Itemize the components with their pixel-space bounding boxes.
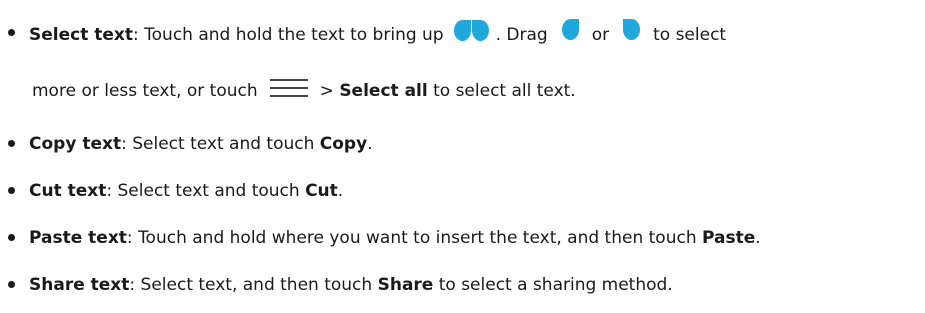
item-term: Share text <box>29 275 130 295</box>
item-text: . Drag <box>495 25 548 45</box>
item-text: > <box>319 81 340 101</box>
left-handle-icon <box>561 19 580 43</box>
menu-bar <box>269 87 308 89</box>
item-text: or <box>591 25 610 45</box>
item-line: Share text: Select text, and then touch … <box>29 274 673 296</box>
item-term: Copy text <box>29 134 122 154</box>
item-line: Copy text: Select text and touch Copy. <box>29 133 373 155</box>
item-text: Touch and hold where you want to insert … <box>138 228 702 248</box>
item-text: to select a sharing method. <box>433 275 673 295</box>
item-separator: : <box>126 228 139 248</box>
bullet-icon <box>8 140 15 147</box>
item-separator: : <box>133 25 145 45</box>
item-separator: : <box>121 134 133 154</box>
item-text: Touch and hold the text to bring up <box>144 25 444 45</box>
item-bold: Cut <box>305 181 338 201</box>
menu-icon <box>269 77 308 99</box>
item-separator: : <box>129 275 141 295</box>
item-text: . <box>337 181 344 201</box>
item-separator: : <box>106 181 118 201</box>
right-handle-icon <box>623 19 641 43</box>
item-bold: Paste <box>702 228 756 248</box>
right-handle-shape <box>471 20 489 41</box>
item-term: Select text <box>29 25 134 45</box>
item-text: . <box>367 134 373 154</box>
bullet-icon <box>8 234 15 241</box>
item-line: Cut text: Select text and touch Cut. <box>29 180 343 202</box>
item-bold: Select all <box>339 81 428 101</box>
left-handle-shape <box>453 20 471 41</box>
item-text: to select <box>653 25 727 45</box>
item-text: Select text and touch <box>117 181 306 201</box>
item-bold: Copy <box>319 134 368 154</box>
menu-bar <box>269 79 308 81</box>
list-item-continuation: more or less text, or touch > Select all … <box>32 77 576 102</box>
item-text: more or less text, or touch <box>32 81 258 101</box>
bulleted-list: Select text: Touch and hold the text to … <box>0 0 925 313</box>
selection-handles-icon <box>453 18 490 44</box>
item-bold: Share <box>377 275 434 295</box>
right-handle-shape <box>623 19 641 40</box>
bullet-icon <box>8 187 15 194</box>
bullet-icon <box>8 281 15 288</box>
item-line: Select text: Touch and hold the text to … <box>29 19 727 48</box>
item-term: Cut text <box>29 181 107 201</box>
item-line: Paste text: Touch and hold where you wan… <box>29 227 761 249</box>
menu-bar <box>269 95 308 97</box>
item-text: Select text, and then touch <box>140 275 378 295</box>
item-text: to select all text. <box>427 81 576 101</box>
item-text: . <box>755 228 761 248</box>
item-term: Paste text <box>29 228 127 248</box>
left-handle-shape <box>561 19 579 40</box>
item-text: Select text and touch <box>132 134 320 154</box>
bullet-icon <box>8 29 15 36</box>
